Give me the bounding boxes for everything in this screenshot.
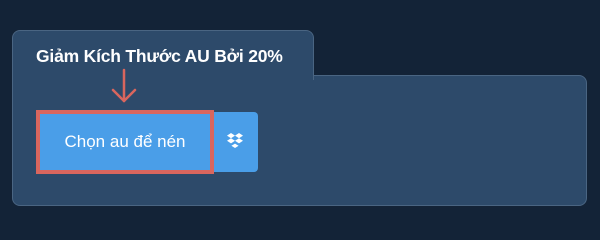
dropbox-icon — [227, 133, 243, 148]
tool-tab: Giảm Kích Thước AU Bởi 20% — [12, 30, 314, 80]
dropbox-button[interactable] — [212, 112, 258, 172]
pointer-arrow-icon — [111, 68, 137, 103]
choose-file-button[interactable]: Chọn au để nén — [36, 110, 214, 174]
tab-title: Giảm Kích Thước AU Bởi 20% — [36, 46, 283, 66]
